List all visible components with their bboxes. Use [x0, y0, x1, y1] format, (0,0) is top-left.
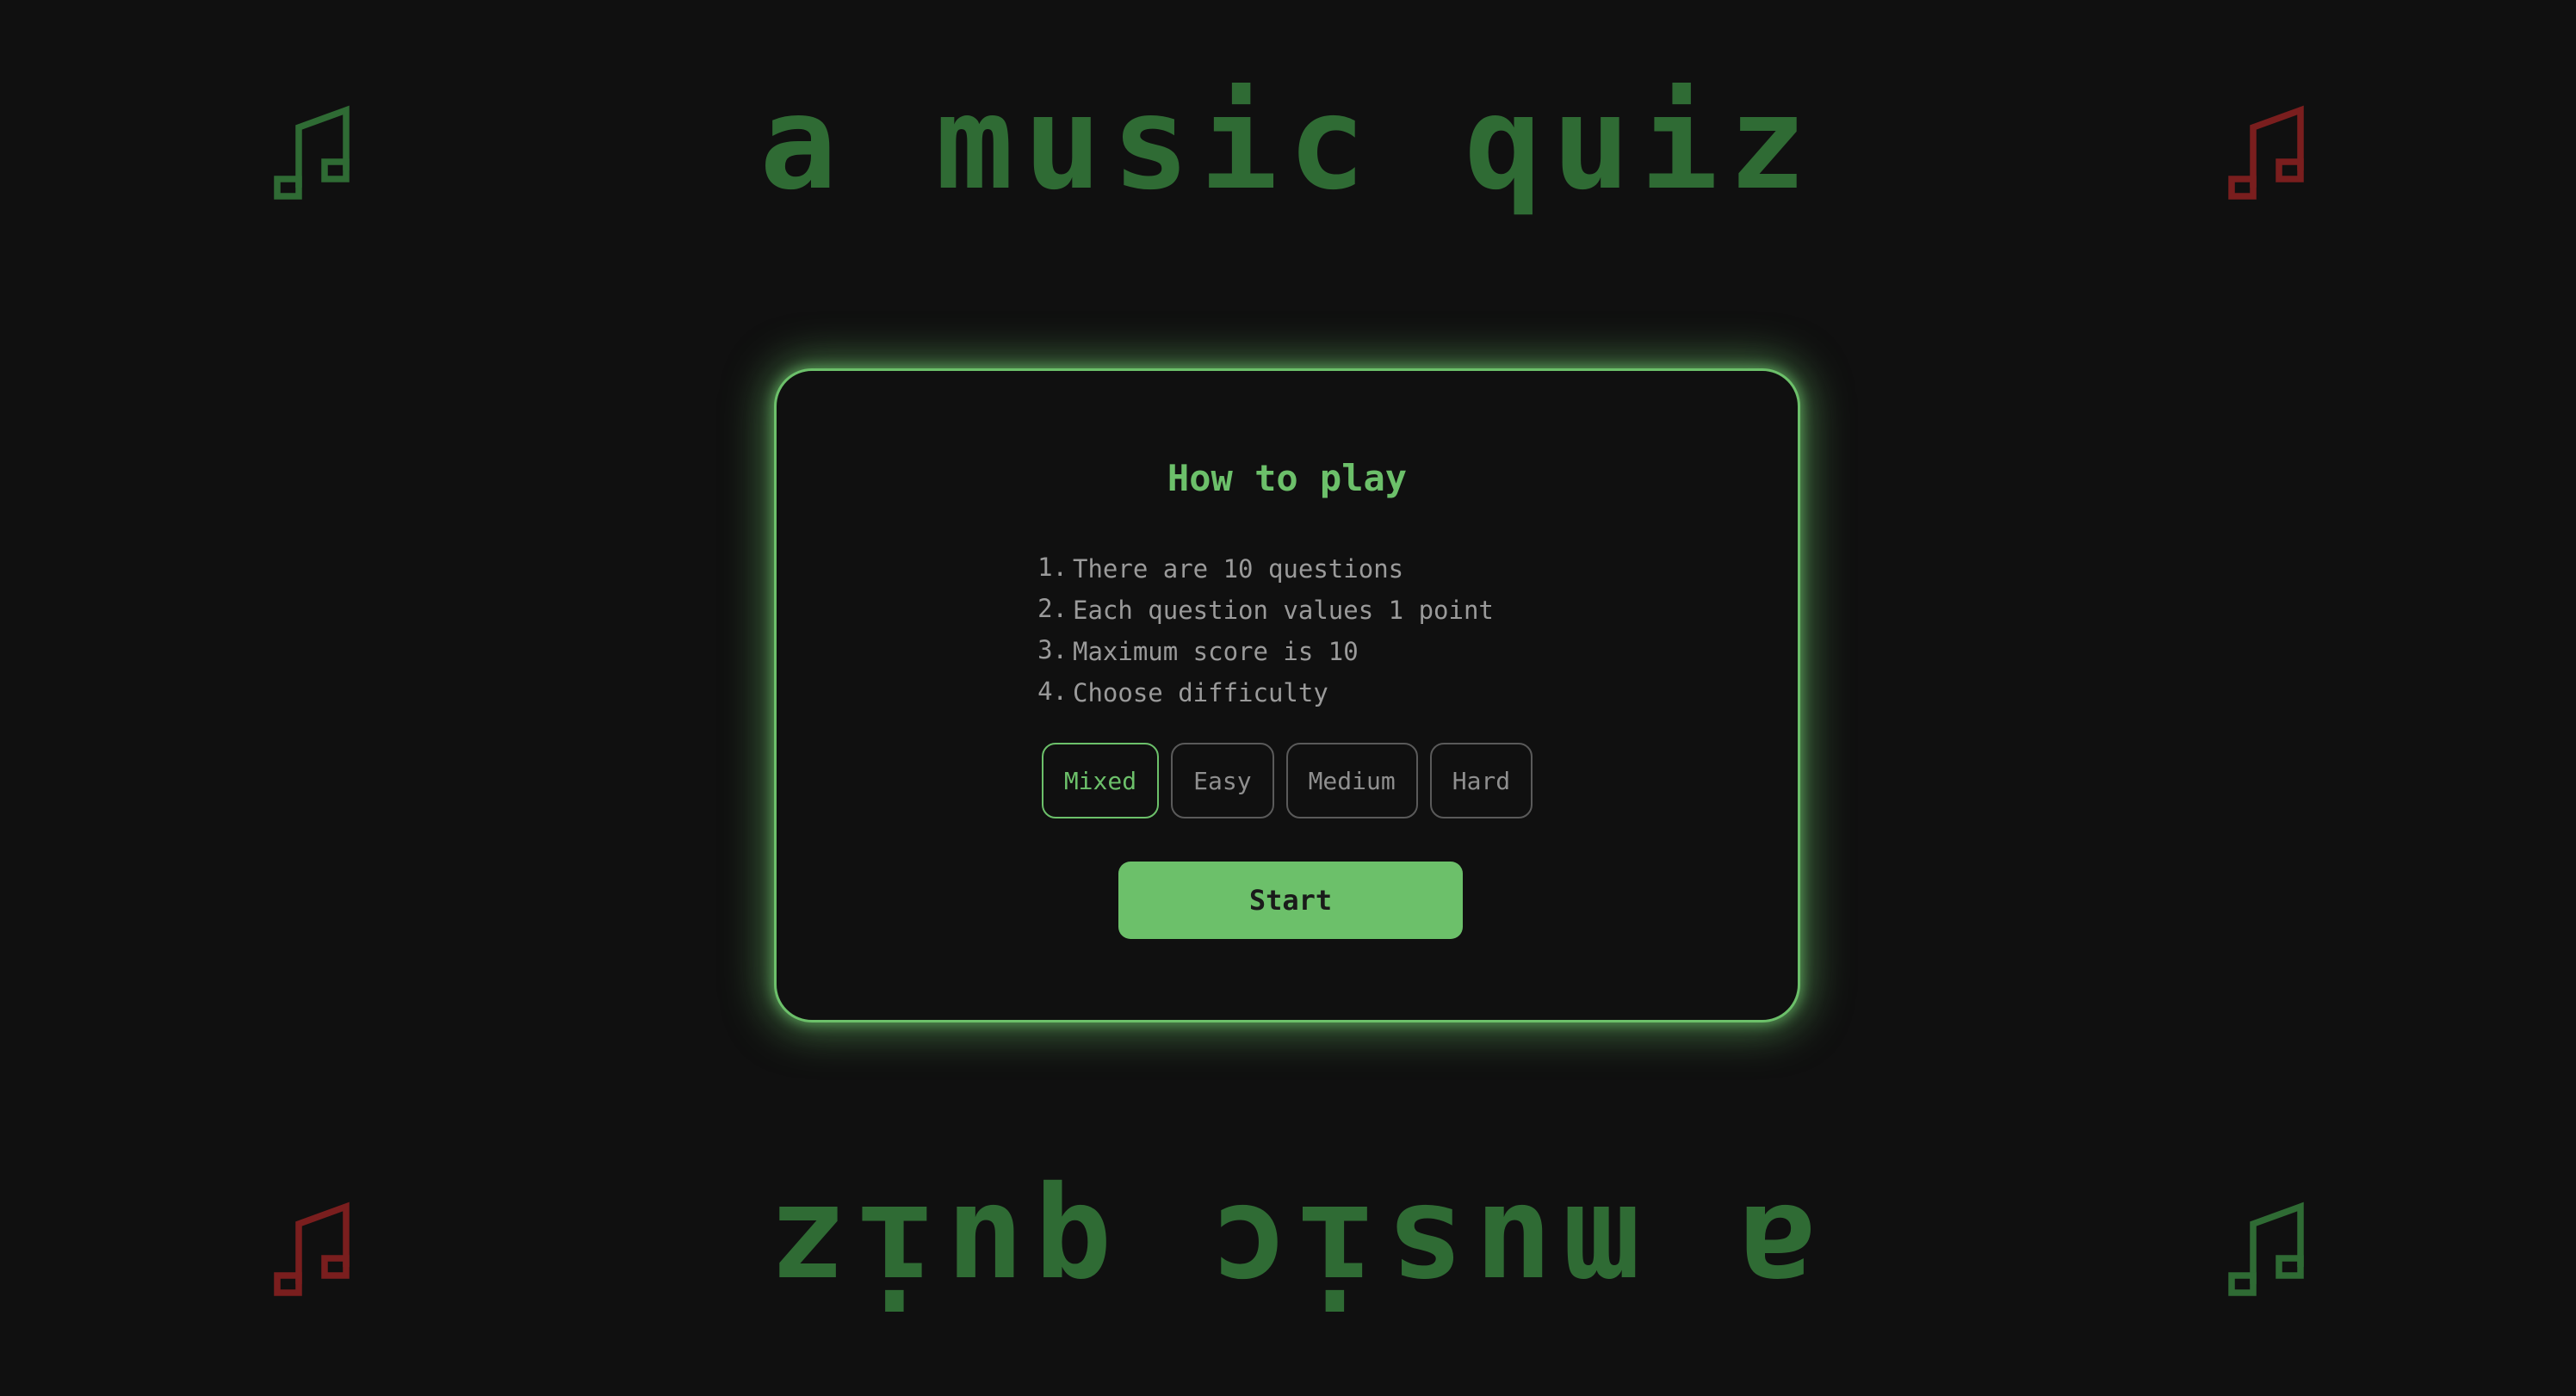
difficulty-hard-button[interactable]: Hard — [1429, 743, 1533, 818]
difficulty-easy-button[interactable]: Easy — [1171, 743, 1274, 818]
difficulty-mixed-button[interactable]: Mixed — [1041, 743, 1160, 818]
rule-item: 1. There are 10 questions — [1037, 553, 1404, 584]
music-note-icon — [269, 102, 355, 205]
page-title: a music quiz — [759, 69, 1817, 219]
difficulty-medium-button[interactable]: Medium — [1285, 743, 1418, 818]
difficulty-selector: Mixed Easy Medium Hard — [777, 743, 1798, 818]
rule-item: 3. Maximum score is 10 — [1037, 635, 1359, 666]
rule-item: 2. Each question values 1 point — [1037, 594, 1494, 625]
card-heading: How to play — [1167, 457, 1408, 499]
rules-list: 1. There are 10 questions 2. Each question… — [1037, 548, 1494, 713]
start-button[interactable]: Start — [1118, 862, 1463, 939]
how-to-play-card: How to play 1. There are 10 questions 2. E… — [774, 368, 1800, 1022]
page-title-mirrored: a music quiz — [759, 1176, 1817, 1325]
music-note-icon — [2223, 102, 2309, 205]
rule-item: 4. Choose difficulty — [1037, 676, 1328, 707]
